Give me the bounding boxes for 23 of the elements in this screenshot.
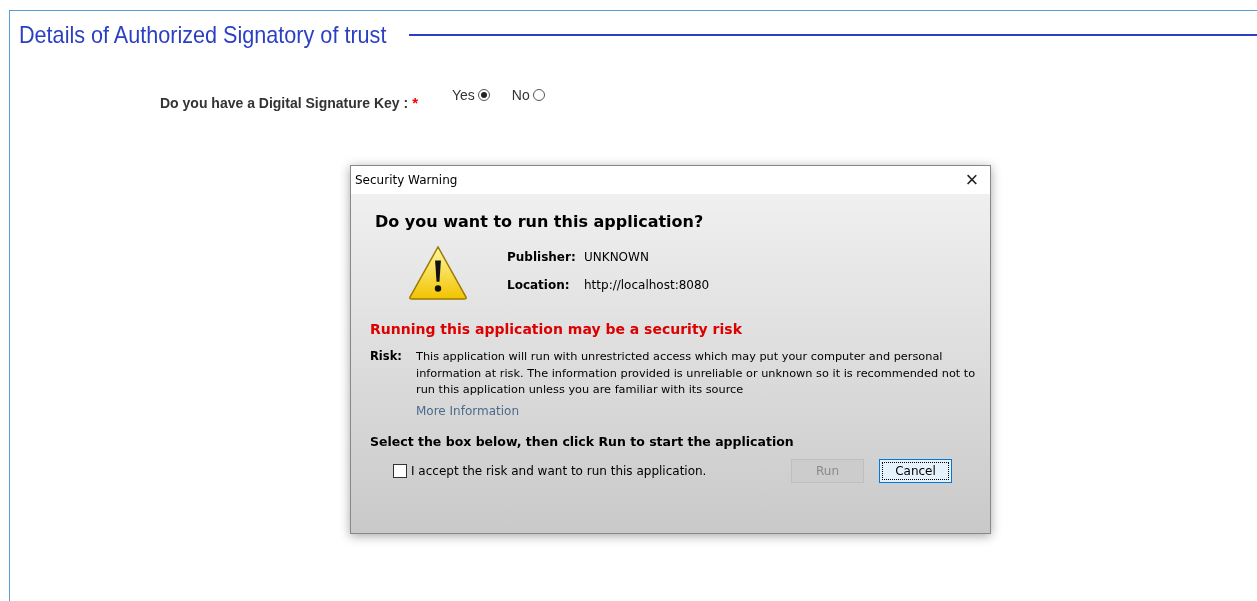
dialog-title: Security Warning [355,173,458,187]
detail-label: Location: [507,278,571,292]
risk-label: Risk: [370,349,403,365]
detail-label: Publisher: [507,250,577,264]
accept-checkbox[interactable] [393,463,407,478]
accept-label: I accept the risk and want to run this application. [411,463,707,478]
option-label: No [511,87,530,103]
radio-button[interactable] [477,89,490,101]
detail-value: UNKNOWN [584,250,649,264]
instruction-text: Select the box below, then click Run to start the application [370,433,795,449]
dialog-button[interactable]: Cancel [879,458,952,483]
option-label: Yes [452,87,475,103]
dialog-heading: Do you want to run this application? [375,212,705,231]
section-title: Details of Authorized Signatory of trust [19,21,387,49]
risk-description: This application will run with unrestricted access which may put your computer and personal information at risk. The information provided is unreliable or unknown so it is recommended not to run this application unless you are familiar with its source [416,349,976,398]
more-information-link[interactable]: More Information [416,403,520,418]
detail-value: http://localhost:8080 [584,278,710,292]
question-label: Do you have a Digital Signature Key : [160,95,409,111]
risk-warning: Running this application may be a security risk [370,321,743,337]
required-mark: * [412,94,418,111]
warning-icon [408,245,468,301]
radio-button[interactable] [532,89,545,101]
close-button[interactable]: × [954,166,990,194]
